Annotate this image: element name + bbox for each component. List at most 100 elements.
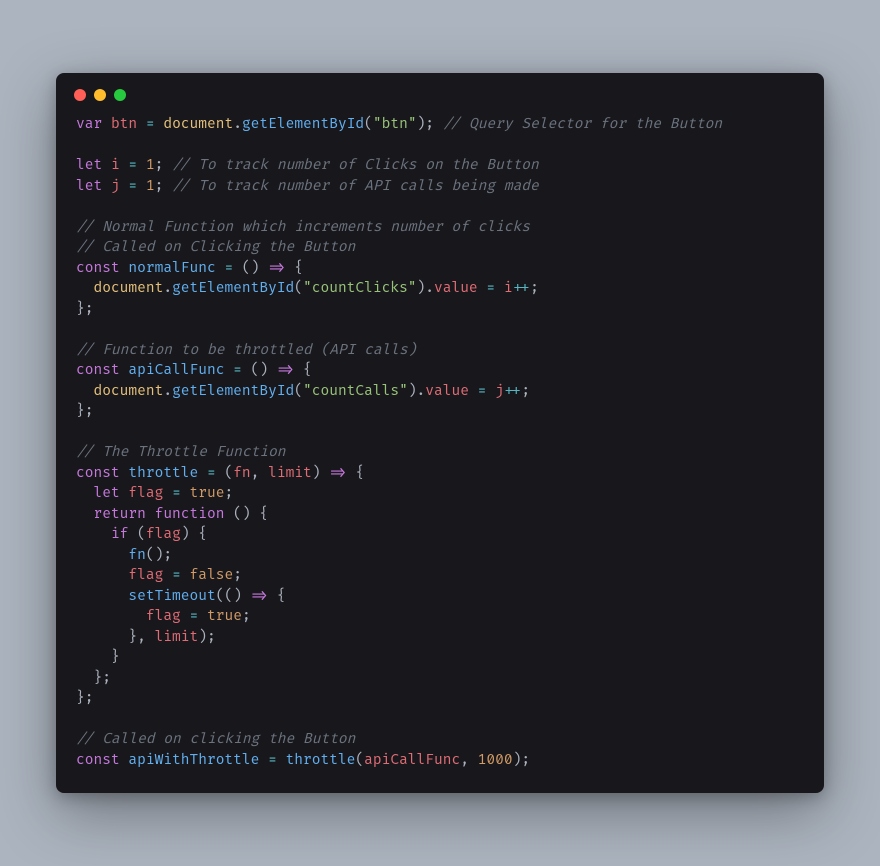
code-token: throttle [286, 752, 356, 769]
code-line: // Called on Clicking the Button [76, 238, 804, 259]
code-token: // To track number of Clicks on the Butt… [172, 157, 539, 174]
code-token: = [190, 608, 199, 625]
code-line: }; [76, 669, 804, 690]
code-token: limit [268, 465, 312, 482]
code-token [277, 752, 286, 769]
code-line: const normalFunc = () => { [76, 259, 804, 280]
code-token: setTimeout [128, 588, 215, 605]
code-token: getElementById [172, 383, 294, 400]
code-token [198, 465, 207, 482]
code-token: let [76, 157, 111, 174]
code-token: ++ [513, 280, 530, 297]
code-line: }; [76, 300, 804, 321]
window-titlebar [56, 73, 824, 109]
code-token: . [233, 116, 242, 133]
code-line: let i = 1; // To track number of Clicks … [76, 156, 804, 177]
code-line: // Function to be throttled (API calls) [76, 341, 804, 362]
code-token: => [251, 588, 268, 605]
code-token [76, 608, 146, 625]
code-line: // Called on clicking the Button [76, 730, 804, 751]
minimize-icon[interactable] [94, 89, 106, 101]
code-token [224, 362, 233, 379]
code-token: limit [155, 629, 199, 646]
code-line: var btn = document.getElementById("btn")… [76, 115, 804, 136]
code-line: let j = 1; // To track number of API cal… [76, 177, 804, 198]
code-token: ); [513, 752, 530, 769]
code-token [181, 567, 190, 584]
code-token: value [434, 280, 478, 297]
code-token: false [190, 567, 234, 584]
code-token: let [76, 178, 111, 195]
code-token: ); [417, 116, 443, 133]
code-token: const [76, 362, 128, 379]
code-token: ++ [504, 383, 521, 400]
code-token [76, 485, 93, 502]
code-token: ( [128, 526, 145, 543]
code-token: // Normal Function which increments numb… [76, 219, 530, 236]
code-token: ( [294, 280, 303, 297]
code-token: var [76, 116, 111, 133]
code-token: fn [128, 547, 145, 564]
code-line: flag = true; [76, 607, 804, 628]
code-token: true [190, 485, 225, 502]
code-token: ) { [181, 526, 207, 543]
code-line: fn(); [76, 546, 804, 567]
code-token [137, 157, 146, 174]
code-token [469, 383, 478, 400]
code-token: () [233, 260, 268, 277]
code-token: = [146, 116, 155, 133]
code-token: const [76, 465, 128, 482]
code-token: const [76, 260, 128, 277]
code-token: btn [111, 116, 137, 133]
code-token: "countClicks" [303, 280, 417, 297]
code-token: () [242, 362, 277, 379]
code-token: ; [530, 280, 539, 297]
code-token: document [163, 116, 233, 133]
code-token: { [347, 465, 364, 482]
code-token: (() [216, 588, 251, 605]
code-token: = [268, 752, 277, 769]
code-token: { [268, 588, 285, 605]
code-token: ; [233, 567, 242, 584]
code-token: = [128, 157, 137, 174]
code-token: = [233, 362, 242, 379]
code-line: return function () { [76, 505, 804, 526]
code-token: }; [76, 403, 93, 420]
code-token: // Called on Clicking the Button [76, 239, 355, 256]
code-token: const [76, 752, 128, 769]
code-token: apiCallFunc [128, 362, 224, 379]
code-token: 1 [146, 157, 155, 174]
code-token [76, 547, 128, 564]
code-token [486, 383, 495, 400]
code-line: let flag = true; [76, 484, 804, 505]
code-token: = [172, 485, 181, 502]
code-token [76, 567, 128, 584]
code-line: const throttle = (fn, limit) => { [76, 464, 804, 485]
code-token: } [76, 649, 120, 666]
code-token [181, 608, 190, 625]
code-token: (); [146, 547, 172, 564]
code-token: i [111, 157, 120, 174]
zoom-icon[interactable] [114, 89, 126, 101]
code-token: }; [76, 690, 93, 707]
code-token [76, 506, 93, 523]
code-token: => [329, 465, 346, 482]
code-token: if [111, 526, 128, 543]
code-token [163, 567, 172, 584]
code-token [76, 280, 93, 297]
code-line: setTimeout(() => { [76, 587, 804, 608]
code-token: apiCallFunc [364, 752, 460, 769]
code-token: = [224, 260, 233, 277]
code-token: ( [364, 116, 373, 133]
code-token [163, 485, 172, 502]
close-icon[interactable] [74, 89, 86, 101]
code-line: const apiCallFunc = () => { [76, 361, 804, 382]
code-token: j [111, 178, 120, 195]
code-token: = [486, 280, 495, 297]
code-token: value [425, 383, 469, 400]
code-token: { [294, 362, 311, 379]
code-line [76, 423, 804, 444]
code-line: document.getElementById("countCalls").va… [76, 382, 804, 403]
code-token: document [93, 383, 163, 400]
code-token: true [207, 608, 242, 625]
